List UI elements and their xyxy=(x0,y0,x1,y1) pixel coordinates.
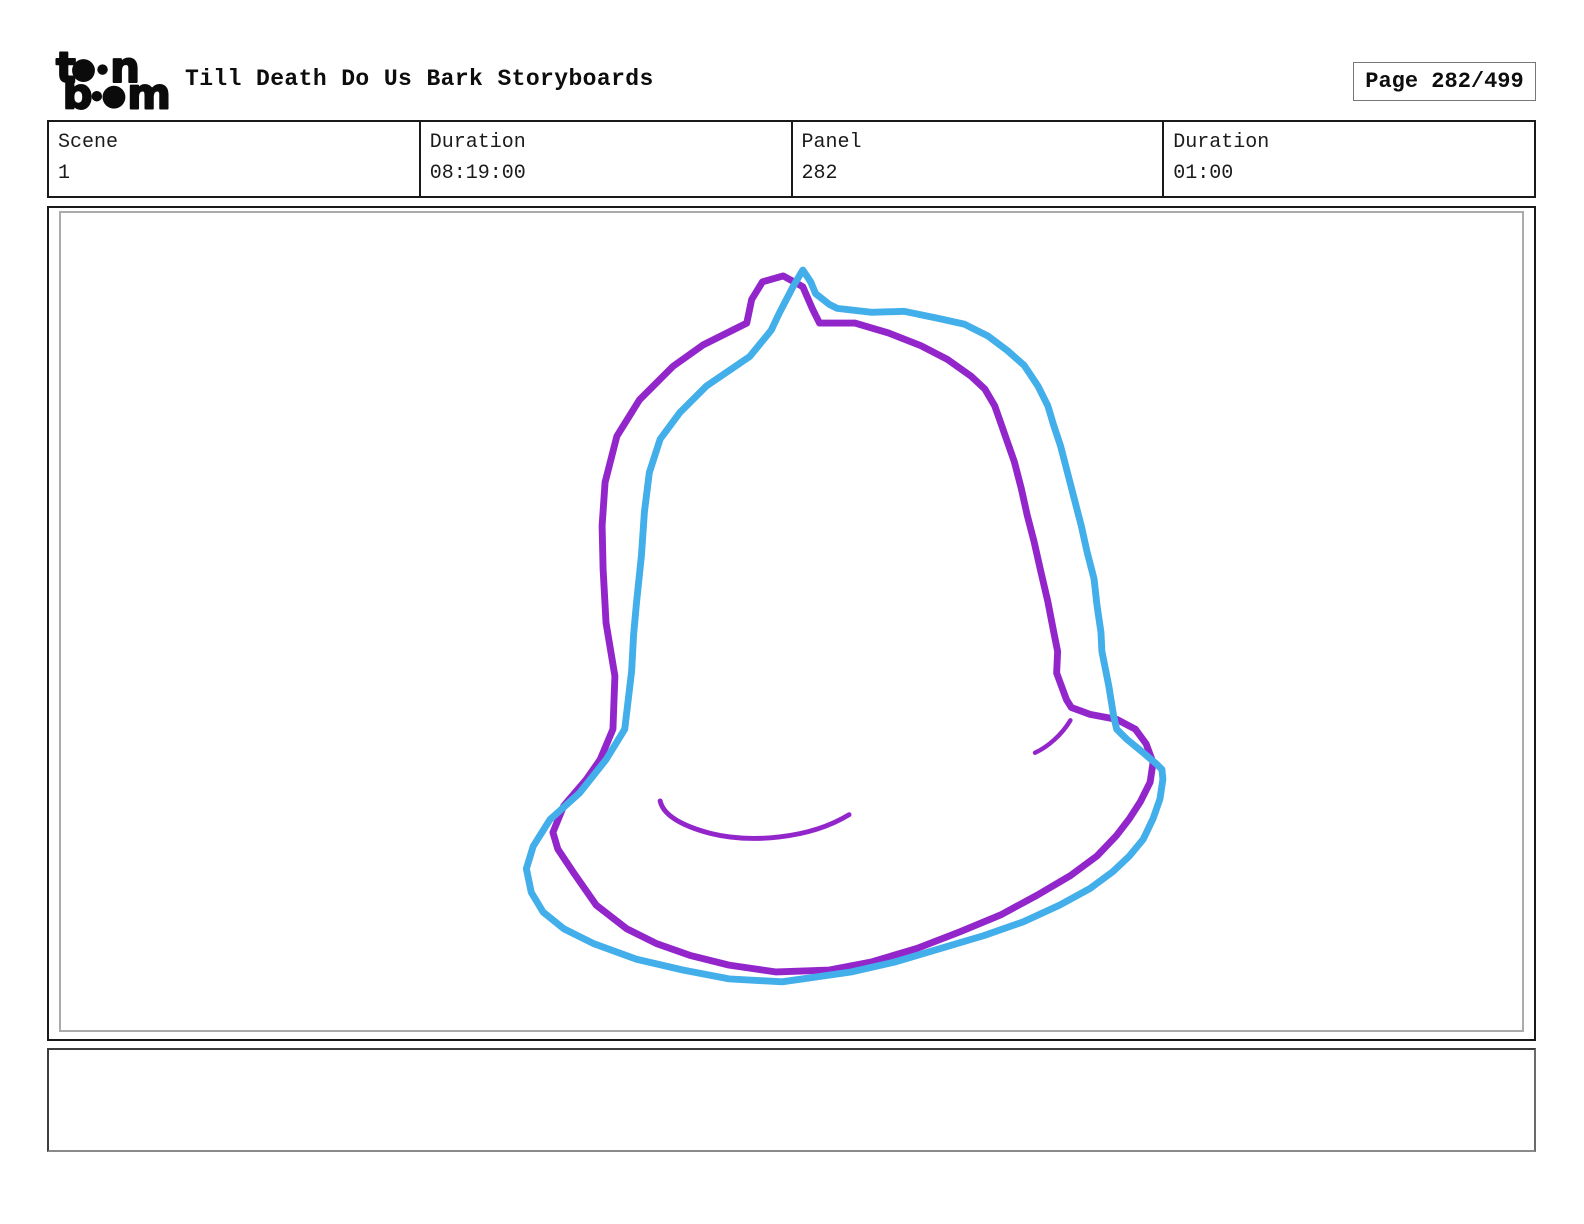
camera-frame xyxy=(59,211,1524,1032)
panel-label: Panel xyxy=(801,131,862,154)
bell-accent-bottom xyxy=(657,798,852,841)
logo-small-dot-2 xyxy=(91,90,103,102)
info-cell-scene: Scene 1 xyxy=(49,122,419,196)
panel-duration-value: 01:00 xyxy=(1173,162,1234,185)
panel-info-row: Scene 1 Duration 08:19:00 Panel 282 Dura… xyxy=(47,120,1536,198)
panel-value: 282 xyxy=(801,162,838,185)
logo-letter-m: m xyxy=(127,70,171,113)
document-title: Till Death Do Us Bark Storyboards xyxy=(185,66,654,92)
caption-box xyxy=(47,1048,1536,1152)
info-cell-panel: Panel 282 xyxy=(790,122,1163,196)
scene-value: 1 xyxy=(58,162,71,185)
page-number-label: Page 282/499 xyxy=(1365,69,1524,94)
storyboard-page: t n b m Till Death Do Us Bark Storyboard… xyxy=(0,0,1584,1224)
logo-big-dot-2 xyxy=(102,85,126,109)
scene-duration-value: 08:19:00 xyxy=(429,162,526,185)
scene-label: Scene xyxy=(58,131,119,154)
toonboom-logo: t n b m xyxy=(55,49,172,113)
page-number-box: Page 282/499 xyxy=(1353,62,1536,101)
storyboard-panel-frame xyxy=(47,206,1536,1041)
logo-letter-b: b xyxy=(63,70,93,113)
bell-outline-purple xyxy=(549,272,1157,976)
info-cell-scene-duration: Duration 08:19:00 xyxy=(418,122,791,196)
bell-sketch xyxy=(522,266,1167,986)
scene-duration-label: Duration xyxy=(429,131,526,154)
panel-duration-label: Duration xyxy=(1173,131,1270,154)
info-cell-panel-duration: Duration 01:00 xyxy=(1162,122,1534,196)
logo-small-dot-1 xyxy=(97,64,108,75)
bell-accent-right xyxy=(1032,718,1073,755)
